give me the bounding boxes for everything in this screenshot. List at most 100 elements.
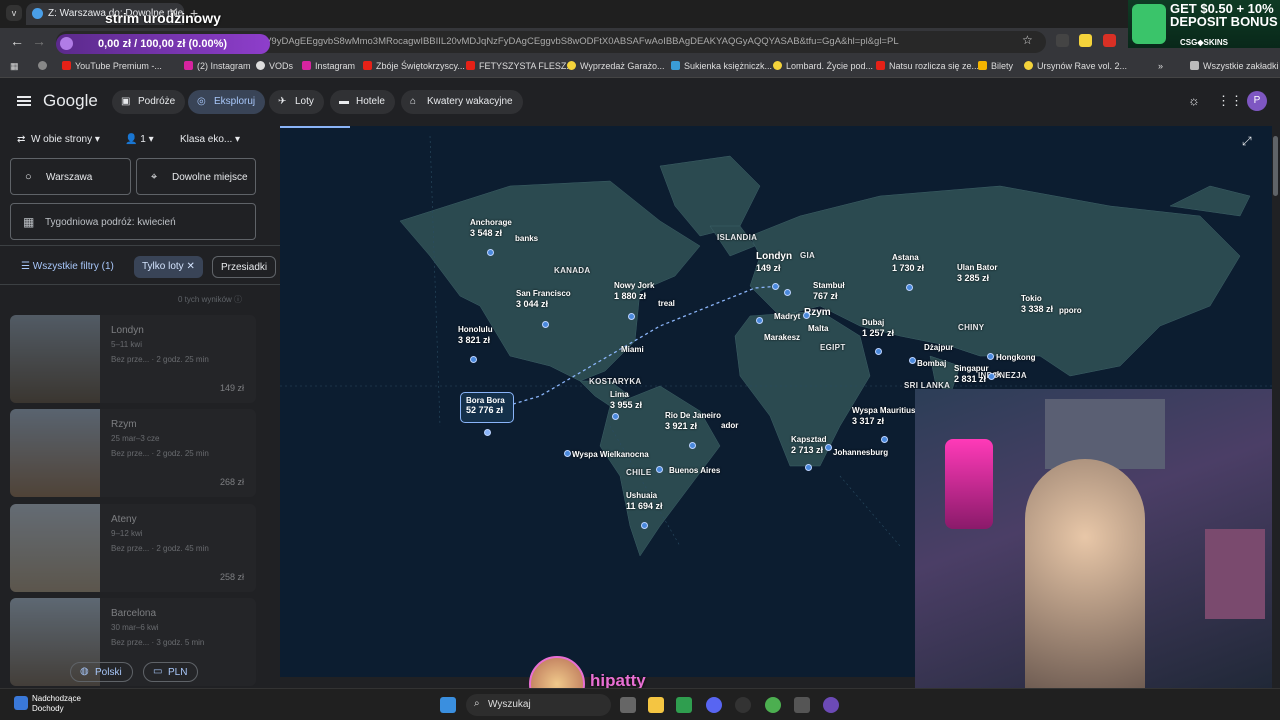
selected-destination-label[interactable]: Bora Bora 52 776 zł	[460, 392, 514, 423]
destination-label[interactable]: Stambuł 767 zł	[813, 281, 845, 301]
map-pin[interactable]	[825, 444, 832, 451]
taskbar-search[interactable]: ⌕ Wyszukaj	[466, 694, 611, 716]
map-pin[interactable]	[470, 356, 477, 363]
trip-type-select[interactable]: ⇄ W obie strony ▾	[17, 134, 100, 145]
map-pin[interactable]	[784, 289, 791, 296]
bookmark-item[interactable]: Lombard. Życie pod...	[773, 61, 873, 71]
only-flights-filter[interactable]: Tylko loty ✕	[134, 256, 203, 278]
bookmark-item[interactable]: Zbójе Świętokrzyscy...	[363, 61, 465, 71]
origin-field[interactable]: ○ Warszawa	[10, 158, 131, 195]
bookmark-item[interactable]: Bilety	[978, 61, 1013, 71]
map-pin[interactable]	[772, 283, 779, 290]
destination-field[interactable]: ⌖ Dowolne miejsce	[136, 158, 256, 195]
list-item[interactable]: Rzym 25 mar–3 cze Bez prze... · 2 godz. …	[10, 409, 256, 497]
destination-label[interactable]: Kapsztad 2 713 zł	[791, 435, 827, 455]
tab-search-button[interactable]: v	[6, 5, 22, 21]
settings-icon[interactable]	[794, 697, 810, 713]
destination-label[interactable]: Astana 1 730 zł	[892, 253, 924, 273]
list-item[interactable]: Londyn 5–11 kwi Bez prze... · 2 godz. 25…	[10, 315, 256, 403]
extension-icon[interactable]	[1079, 34, 1092, 47]
map-pin[interactable]	[689, 442, 696, 449]
extension-icon[interactable]	[1103, 34, 1116, 47]
map-pin[interactable]	[805, 464, 812, 471]
tab-hotels[interactable]: ▬ Hotele	[330, 90, 395, 114]
forward-icon[interactable]: →	[32, 33, 46, 49]
cabin-class-select[interactable]: Klasa eko... ▾	[180, 134, 240, 145]
app-icon[interactable]	[735, 697, 751, 713]
list-item[interactable]: Ateny 9–12 kwi Bez prze... · 2 godz. 45 …	[10, 504, 256, 592]
file-explorer-icon[interactable]	[648, 697, 664, 713]
google-logo[interactable]: Google	[43, 91, 98, 111]
bookmark-star-icon[interactable]: ☆	[1022, 33, 1033, 47]
map-pin[interactable]	[803, 312, 810, 319]
bookmark-item[interactable]: Natsu rozlicza się ze...	[876, 61, 979, 71]
all-bookmarks-folder[interactable]: Wszystkie zakładki	[1190, 61, 1279, 71]
google-apps-icon[interactable]: ⋮⋮	[1217, 93, 1243, 109]
map-pin[interactable]	[875, 348, 882, 355]
bookmark-item[interactable]: YouTube Premium -...	[62, 61, 162, 71]
tab-vacation-rentals[interactable]: ⌂ Kwatery wakacyjne	[401, 90, 523, 114]
chrome-icon[interactable]	[765, 697, 781, 713]
destination-label[interactable]: Singapur 2 831 zł	[954, 364, 989, 384]
map-pin[interactable]	[881, 436, 888, 443]
destination-label[interactable]: Wyspa Mauritius 3 317 zł	[852, 406, 915, 426]
page-scrollbar[interactable]	[1272, 126, 1280, 677]
menu-icon[interactable]	[17, 96, 31, 106]
start-icon[interactable]	[440, 697, 456, 713]
extension-icon[interactable]	[1056, 34, 1069, 47]
app-icon[interactable]	[823, 697, 839, 713]
destination-label[interactable]: Londyn 149 zł	[756, 251, 792, 273]
back-icon[interactable]: ←	[10, 33, 24, 49]
destination-label[interactable]: Tokio 3 338 zł	[1021, 294, 1053, 314]
map-pin[interactable]	[756, 317, 763, 324]
bookmark-item[interactable]: Sukienka księżniczk...	[671, 61, 772, 71]
bookmark-item[interactable]: Instagram	[302, 61, 355, 71]
fullscreen-icon[interactable]: ⤢	[1242, 134, 1256, 148]
bookmark-item[interactable]	[38, 61, 51, 71]
stops-filter[interactable]: Przesiadki	[212, 256, 277, 278]
bookmark-item[interactable]: FETYSZYSTA FLESZ...	[466, 61, 574, 71]
tab-explore[interactable]: ◎ Eksploruj	[188, 90, 266, 114]
language-button[interactable]: ◍ Polski	[70, 662, 133, 682]
task-view-icon[interactable]	[620, 697, 636, 713]
destination-label[interactable]: Honolulu 3 821 zł	[458, 325, 493, 345]
destination-label[interactable]: San Francisco 3 044 zł	[516, 289, 571, 309]
map-pin[interactable]	[906, 284, 913, 291]
map-pin[interactable]	[641, 522, 648, 529]
map-pin[interactable]	[612, 413, 619, 420]
bookmark-item[interactable]: VODs	[256, 61, 293, 71]
map-pin[interactable]	[542, 321, 549, 328]
map-pin[interactable]	[564, 450, 571, 457]
more-bookmarks-icon[interactable]: »	[1158, 61, 1163, 71]
tab-flights[interactable]: ✈ Loty	[269, 90, 324, 114]
bookmark-item[interactable]: Ursynów Rave vol. 2...	[1024, 61, 1127, 71]
map-pin[interactable]	[988, 373, 995, 380]
list-item[interactable]: Barcelona 30 mar–6 kwi Bez prze... · 3 g…	[10, 598, 256, 686]
map-pin[interactable]	[987, 353, 994, 360]
destination-label[interactable]: Ushuaia 11 694 zł	[626, 491, 663, 511]
map-pin[interactable]	[656, 466, 663, 473]
bookmark-item[interactable]: Wyprzedaż Garażo...	[567, 61, 664, 71]
apps-icon[interactable]: ▦	[10, 61, 19, 72]
news-widget[interactable]: Nadchodzące Dochody	[14, 694, 81, 714]
destination-label[interactable]: Nowy Jork 1 880 zł	[614, 281, 654, 301]
map-pin-selected[interactable]	[484, 429, 491, 436]
avatar[interactable]: P	[1247, 91, 1267, 111]
all-filters-button[interactable]: ☰ Wszystkie filtry (1)	[13, 256, 122, 278]
map-pin[interactable]	[487, 249, 494, 256]
destination-label[interactable]: Ulan Bator 3 285 zł	[957, 263, 997, 283]
currency-button[interactable]: ▭ PLN	[143, 662, 199, 682]
map-pin[interactable]	[628, 313, 635, 320]
bookmark-item[interactable]: (2) Instagram	[184, 61, 251, 71]
theme-icon[interactable]: ☼	[1188, 93, 1200, 108]
dates-field[interactable]: ▦ Tygodniowa podróż: kwiecień	[10, 203, 256, 240]
passengers-select[interactable]: 👤 1 ▾	[125, 134, 154, 145]
destination-label[interactable]: Anchorage 3 548 zł	[470, 218, 512, 238]
destination-label[interactable]: Rio De Janeiro 3 921 zł	[665, 411, 721, 431]
destination-label[interactable]: Dubaj 1 257 zł	[862, 318, 894, 338]
discord-icon[interactable]	[706, 697, 722, 713]
app-icon[interactable]	[676, 697, 692, 713]
tab-travel[interactable]: ▣ Podróże	[112, 90, 186, 114]
map-pin[interactable]	[909, 357, 916, 364]
destination-label[interactable]: Lima 3 955 zł	[610, 390, 642, 410]
